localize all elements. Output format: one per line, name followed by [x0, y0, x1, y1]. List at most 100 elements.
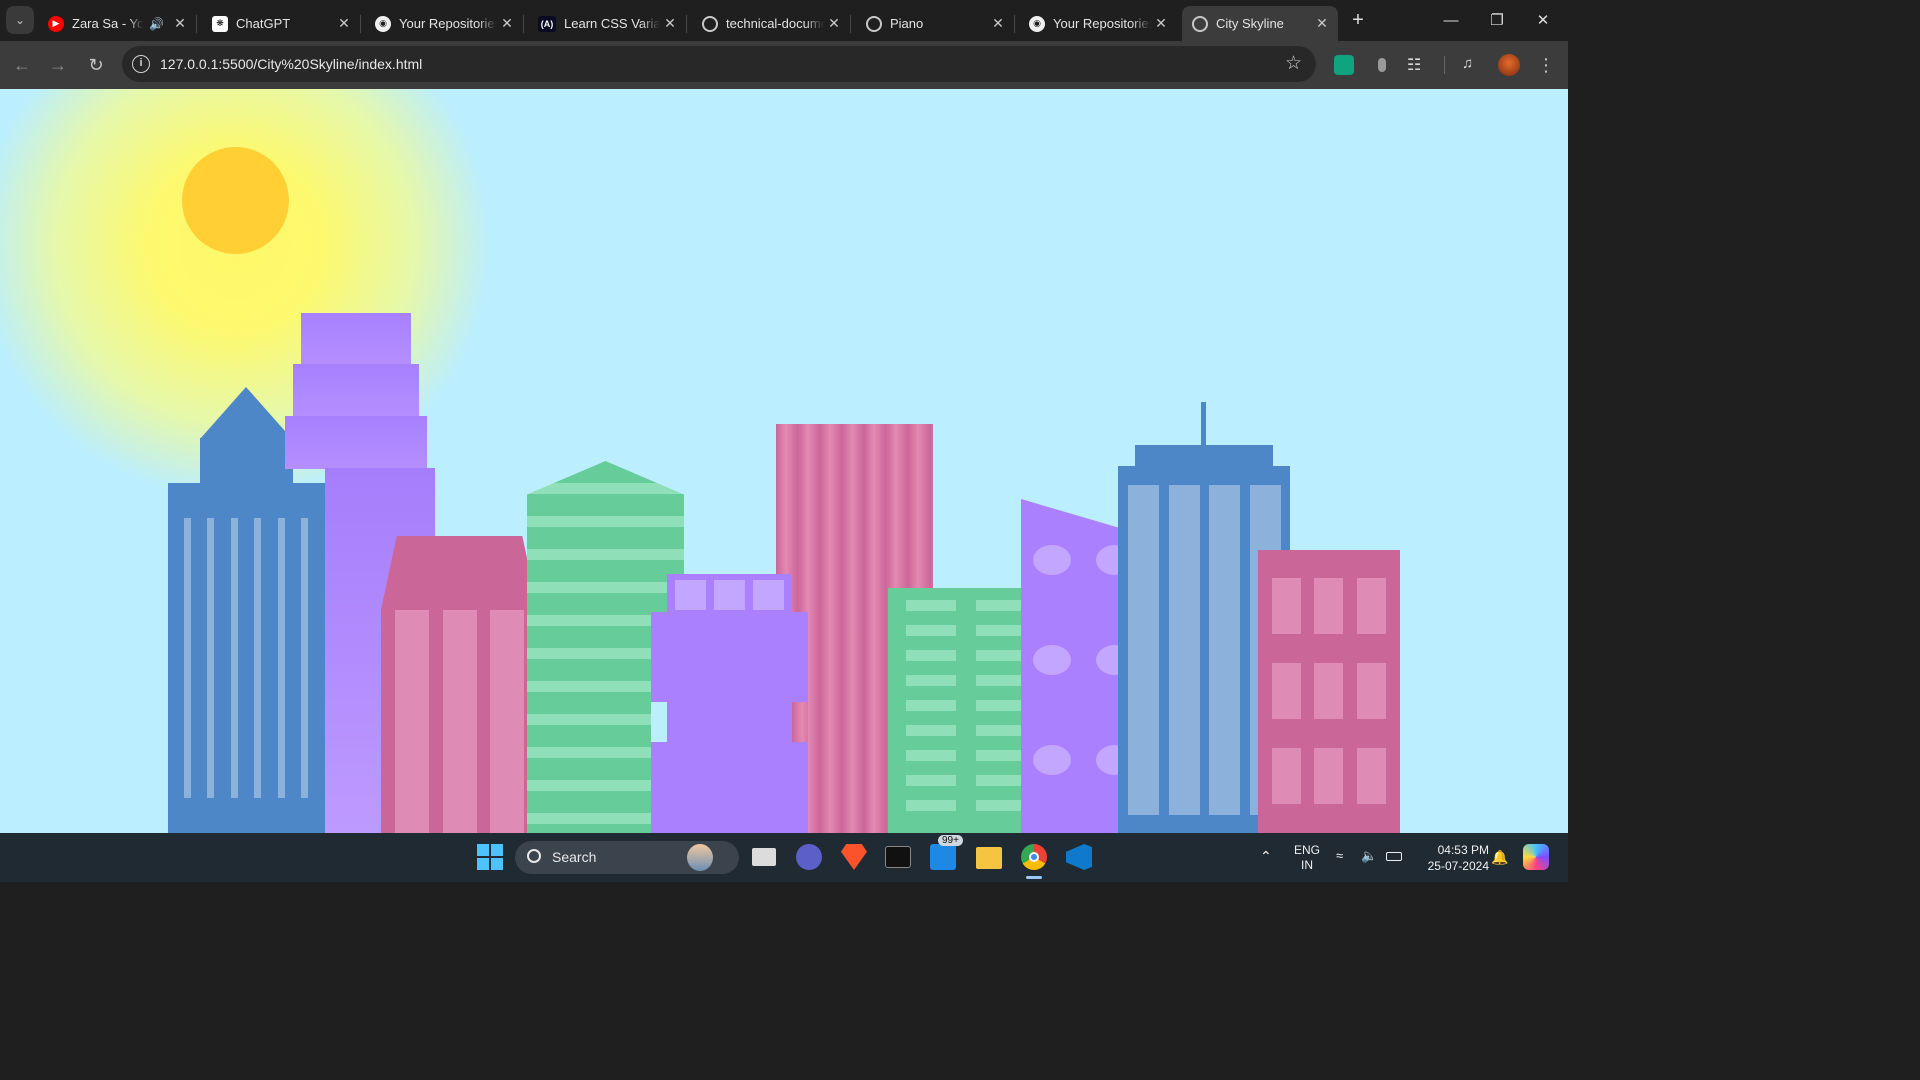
- tab-title: Zara Sa - You: [72, 16, 144, 31]
- building-blue-right-top: [1135, 445, 1273, 467]
- close-tab-icon[interactable]: ✕: [497, 15, 517, 32]
- extensions-puzzle-icon[interactable]: ☷: [1407, 55, 1427, 75]
- tab-separator: [196, 15, 197, 33]
- clock-time: 04:53 PM: [1437, 843, 1489, 857]
- building-windows: [675, 580, 706, 610]
- github-icon: ◉: [375, 15, 391, 32]
- close-tab-icon[interactable]: ✕: [334, 15, 354, 32]
- taskbar-search[interactable]: Search: [515, 841, 739, 874]
- new-tab-button[interactable]: +: [1344, 6, 1372, 34]
- speaker-icon[interactable]: 🔊: [149, 17, 164, 31]
- battery-icon[interactable]: [1386, 852, 1402, 861]
- tab-separator: [1014, 15, 1015, 33]
- language-code: ENG: [1293, 843, 1320, 857]
- close-tab-icon[interactable]: ✕: [988, 15, 1008, 32]
- brave-browser-icon[interactable]: [841, 844, 867, 870]
- close-tab-icon[interactable]: ✕: [1151, 15, 1171, 32]
- building-window-row: [906, 800, 956, 811]
- tab-chatgpt[interactable]: ❋ ChatGPT ✕: [202, 6, 361, 41]
- extension-icon[interactable]: [1372, 55, 1392, 75]
- windows-taskbar: Search 99+ ⌃ ENG IN ≈ 🔈 04:53 PM 25-07-2…: [0, 833, 1568, 882]
- tab-piano[interactable]: Piano ✕: [856, 6, 1015, 41]
- globe-icon: [866, 15, 882, 32]
- sun: [182, 147, 289, 254]
- github-icon: ◉: [1029, 15, 1045, 32]
- building-pink-right: [1258, 550, 1400, 833]
- clock[interactable]: 04:53 PM 25-07-2024: [1413, 842, 1489, 874]
- close-window-button[interactable]: ✕: [1520, 0, 1566, 40]
- youtube-icon: ▶: [48, 15, 64, 32]
- building-blue-left-spire: [200, 387, 292, 439]
- language-indicator[interactable]: ENG IN: [1291, 843, 1323, 873]
- task-view-icon[interactable]: [752, 848, 776, 866]
- windows-start-icon[interactable]: [477, 844, 503, 870]
- building-purple-center: [651, 612, 808, 833]
- region-code: IN: [1301, 858, 1313, 872]
- building-window-row: [906, 650, 956, 661]
- file-explorer-icon[interactable]: [976, 847, 1002, 869]
- page-viewport: [0, 89, 1568, 833]
- tab-separator: [686, 15, 687, 33]
- terminal-icon[interactable]: [885, 846, 911, 868]
- building-windows: [1272, 578, 1301, 634]
- tab-title: City Skyline: [1216, 16, 1284, 31]
- tab-github[interactable]: ◉ Your Repositories ✕: [365, 6, 524, 41]
- close-tab-icon[interactable]: ✕: [1312, 15, 1332, 32]
- toolbar-divider: [1444, 56, 1445, 74]
- show-hidden-icons[interactable]: ⌃: [1260, 848, 1272, 865]
- bookmark-star-icon[interactable]: ☆: [1285, 52, 1302, 75]
- profile-avatar[interactable]: [1498, 54, 1520, 76]
- reload-button[interactable]: ↻: [82, 51, 110, 79]
- globe-icon: [1192, 15, 1208, 32]
- building-purple-tower-top: [301, 313, 411, 365]
- search-icon: [527, 849, 541, 863]
- back-button[interactable]: ←: [8, 51, 36, 79]
- building-window-row: [906, 675, 956, 686]
- tab-freecodecamp[interactable]: (A) Learn CSS Variables ✕: [528, 6, 687, 41]
- copilot-icon[interactable]: [1523, 844, 1549, 870]
- browser-menu-icon[interactable]: ⋮: [1532, 51, 1560, 79]
- tab-separator: [360, 15, 361, 33]
- tab-title: Piano: [890, 16, 924, 31]
- building-window-row: [906, 625, 956, 636]
- building-window-stripes: [184, 518, 191, 798]
- meet-icon[interactable]: [796, 844, 822, 870]
- tab-youtube[interactable]: ▶ Zara Sa - You 🔊 ✕: [38, 6, 197, 41]
- address-bar[interactable]: i 127.0.0.1:5500/City%20Skyline/index.ht…: [122, 46, 1316, 82]
- building-blue-right-antenna: [1201, 402, 1206, 446]
- close-tab-icon[interactable]: ✕: [824, 15, 844, 32]
- building-blue-left: [168, 483, 325, 833]
- media-control-icon[interactable]: ♫: [1462, 55, 1482, 75]
- tab-technical-documentation[interactable]: technical-documentation ✕: [692, 6, 851, 41]
- chrome-icon[interactable]: [1021, 844, 1047, 870]
- search-highlight-icon: [687, 844, 713, 871]
- building-window-stripes: [395, 610, 429, 833]
- notification-bell-icon[interactable]: 🔔: [1491, 849, 1508, 866]
- building-blue-left-top: [200, 438, 293, 484]
- volume-icon[interactable]: 🔈: [1361, 848, 1377, 864]
- tab-title: ChatGPT: [236, 16, 291, 31]
- url-text[interactable]: 127.0.0.1:5500/City%20Skyline/index.html: [160, 56, 422, 72]
- mail-icon[interactable]: 99+: [930, 835, 963, 870]
- building-window-row: [906, 600, 956, 611]
- building-purple-tower-lower: [285, 416, 427, 469]
- tab-strip: ⌄ ▶ Zara Sa - You 🔊 ✕ ❋ ChatGPT ✕ ◉ Your…: [0, 0, 1568, 41]
- close-tab-icon[interactable]: ✕: [660, 15, 680, 32]
- tab-github-2[interactable]: ◉ Your Repositories ✕: [1019, 6, 1177, 41]
- building-pink-left: [381, 536, 538, 833]
- tab-city-skyline[interactable]: City Skyline ✕: [1182, 6, 1338, 41]
- building-oval-windows: [1033, 545, 1071, 575]
- tab-search-button[interactable]: ⌄: [6, 6, 34, 34]
- site-info-icon[interactable]: i: [132, 55, 150, 73]
- building-window-row: [906, 725, 956, 736]
- minimize-button[interactable]: —: [1428, 0, 1474, 40]
- building-window-row: [906, 775, 956, 786]
- wifi-icon[interactable]: ≈: [1336, 848, 1343, 863]
- forward-button[interactable]: →: [44, 51, 72, 79]
- chatgpt-extension-icon[interactable]: [1334, 55, 1354, 75]
- freecodecamp-icon: (A): [538, 15, 556, 32]
- building-window-row: [906, 750, 956, 761]
- vscode-icon[interactable]: [1066, 844, 1092, 870]
- restore-button[interactable]: ❐: [1474, 0, 1520, 40]
- close-tab-icon[interactable]: ✕: [170, 15, 190, 32]
